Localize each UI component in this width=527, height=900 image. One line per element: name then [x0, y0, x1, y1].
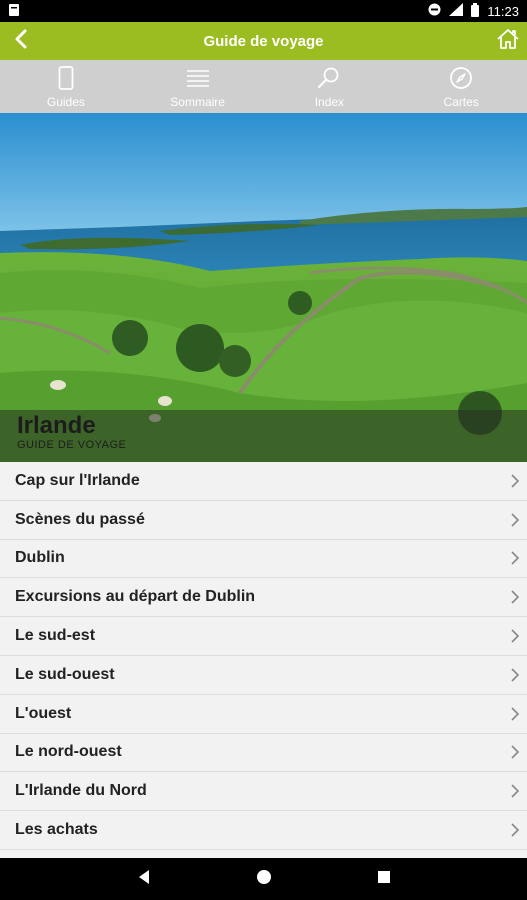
home-circle-icon — [256, 869, 272, 890]
system-nav-bar — [0, 858, 527, 900]
list-item[interactable]: L'ouest — [0, 695, 527, 734]
chapter-list: Cap sur l'Irlande Scènes du passé Dublin… — [0, 462, 527, 858]
chevron-right-icon — [509, 512, 521, 528]
list-item-label: Les achats — [15, 821, 98, 839]
hero-image: Irlande GUIDE DE VOYAGE — [0, 113, 527, 462]
hero-caption: Irlande GUIDE DE VOYAGE — [0, 410, 527, 462]
chevron-right-icon — [509, 744, 521, 760]
notification-icon — [8, 3, 20, 20]
list-item[interactable]: Le nord-ouest — [0, 734, 527, 773]
status-left — [8, 3, 20, 20]
tab-label: Sommaire — [170, 95, 225, 109]
nav-back-button[interactable] — [132, 867, 156, 891]
chevron-right-icon — [509, 706, 521, 722]
back-button[interactable] — [6, 26, 36, 56]
list-item[interactable]: Le sud-ouest — [0, 656, 527, 695]
nav-recents-button[interactable] — [372, 867, 396, 891]
chevron-right-icon — [509, 628, 521, 644]
list-item[interactable]: Cap sur l'Irlande — [0, 462, 527, 501]
list-item[interactable]: Dublin — [0, 540, 527, 579]
list-item-label: L'Irlande du Nord — [15, 782, 147, 800]
hero-title: Irlande — [17, 412, 96, 439]
chevron-right-icon — [509, 550, 521, 566]
tab-guides[interactable]: Guides — [0, 60, 132, 113]
app-title: Guide de voyage — [203, 32, 324, 50]
home-icon — [496, 28, 520, 55]
tab-label: Guides — [46, 95, 85, 109]
back-arrow-icon — [14, 29, 28, 54]
list-item-label: Le nord-ouest — [15, 743, 122, 761]
battery-icon — [471, 2, 480, 20]
list-item-label: Cap sur l'Irlande — [15, 471, 140, 489]
do-not-disturb-icon — [428, 3, 441, 19]
app-bar: Guide de voyage — [0, 22, 527, 60]
tab-label: Index — [314, 95, 345, 109]
signal-icon — [449, 3, 464, 19]
chevron-right-icon — [509, 473, 521, 489]
home-button[interactable] — [493, 26, 523, 56]
recents-square-icon — [377, 870, 391, 889]
back-triangle-icon — [137, 869, 151, 890]
list-item-label: Le sud-est — [15, 627, 96, 645]
status-time: 11:23 — [487, 3, 519, 19]
chevron-right-icon — [509, 822, 521, 838]
tab-cartes[interactable]: Cartes — [395, 60, 527, 113]
magnifier-icon — [316, 66, 342, 90]
list-icon — [185, 66, 211, 90]
chevron-right-icon — [509, 589, 521, 605]
tab-sommaire[interactable]: Sommaire — [132, 60, 264, 113]
tab-bar: Guides Sommaire Index Cartes — [0, 60, 527, 113]
list-item-label: Scènes du passé — [15, 510, 145, 528]
status-right: 11:23 — [428, 2, 519, 20]
hero-subtitle: GUIDE DE VOYAGE — [17, 439, 127, 451]
list-item-label: Dublin — [15, 549, 65, 567]
tab-index[interactable]: Index — [264, 60, 396, 113]
nav-home-button[interactable] — [252, 867, 276, 891]
list-item[interactable]: Les achats — [0, 811, 527, 850]
phone-icon — [53, 66, 79, 90]
chevron-right-icon — [509, 667, 521, 683]
compass-icon — [448, 66, 474, 90]
list-item[interactable]: Excursions au départ de Dublin — [0, 578, 527, 618]
chevron-right-icon — [509, 783, 521, 799]
list-item[interactable]: Le sud-est — [0, 617, 527, 656]
list-item[interactable]: L'Irlande du Nord — [0, 772, 527, 812]
list-item-label: L'ouest — [15, 704, 72, 722]
tab-label: Cartes — [443, 95, 479, 109]
list-item[interactable]: Scènes du passé — [0, 501, 527, 540]
status-bar: 11:23 — [0, 0, 527, 22]
list-item-label: Excursions au départ de Dublin — [15, 588, 256, 606]
list-item-label: Le sud-ouest — [15, 665, 115, 683]
